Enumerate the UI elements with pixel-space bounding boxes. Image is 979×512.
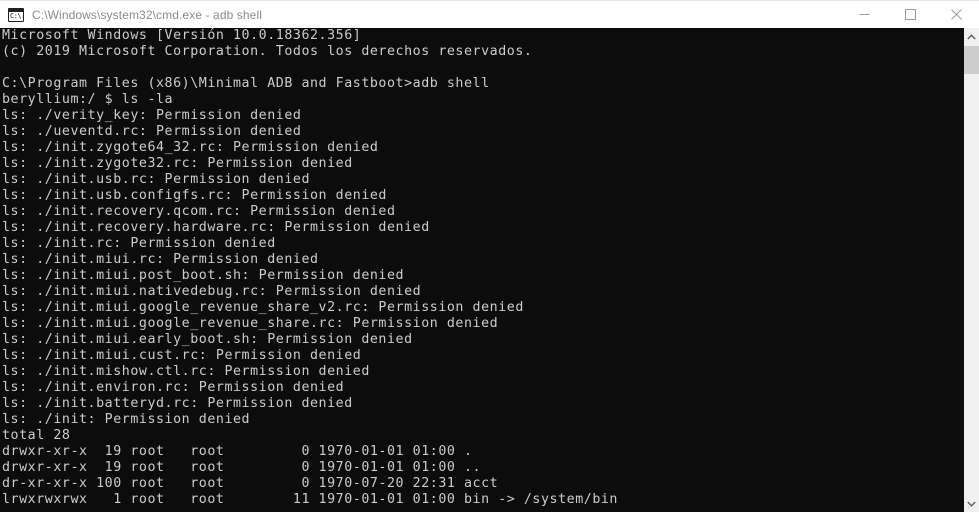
- vertical-scrollbar[interactable]: [963, 28, 979, 512]
- window-controls: [841, 1, 979, 29]
- window-title: C:\Windows\system32\cmd.exe - adb shell: [32, 7, 262, 22]
- title-bar[interactable]: C:\. C:\Windows\system32\cmd.exe - adb s…: [0, 0, 979, 28]
- cmd-icon-prompt-text: C:\.: [10, 11, 24, 20]
- console-text: Microsoft Windows [Versión 10.0.18362.35…: [2, 28, 618, 507]
- maximize-button[interactable]: [887, 1, 933, 29]
- minimize-button[interactable]: [841, 1, 887, 29]
- console-output-area[interactable]: Microsoft Windows [Versión 10.0.18362.35…: [0, 28, 979, 512]
- cmd-console-icon: C:\.: [8, 7, 24, 22]
- scrollbar-thumb[interactable]: [964, 46, 979, 74]
- close-button[interactable]: [933, 1, 979, 29]
- scroll-up-button[interactable]: [964, 28, 979, 45]
- scroll-down-button[interactable]: [964, 495, 979, 512]
- cmd-window: C:\. C:\Windows\system32\cmd.exe - adb s…: [0, 0, 979, 512]
